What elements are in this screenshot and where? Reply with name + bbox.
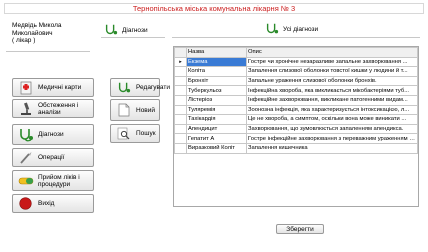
diagnoses-button[interactable]: Діагнози — [12, 124, 94, 145]
cell-description[interactable]: Гостре чи хронічне незаразливе запальне … — [246, 56, 418, 68]
user-patronymic: Миколайович — [12, 29, 53, 37]
window-title: Тернопільська міська комунальна лікарня … — [4, 3, 424, 14]
edit-stethoscope-icon — [115, 80, 132, 95]
operations-label: Операції — [38, 154, 65, 161]
row-marker — [174, 123, 187, 135]
user-info: Медвідь Микола Миколайович ( лікар ) — [12, 22, 97, 45]
cell-name[interactable]: Бронхіт — [186, 75, 247, 87]
cell-name[interactable]: Туляремія — [186, 104, 247, 116]
diagnoses-label: Діагнози — [38, 131, 64, 138]
row-marker — [174, 94, 187, 106]
new-button[interactable]: Новий — [110, 99, 160, 121]
table-header-row: Назва Опис — [174, 47, 418, 58]
exams-and-analyses-label: Обстеження і аналізи — [38, 101, 79, 116]
table-row[interactable]: Апендицит Захворювання, що зумовлюється … — [174, 123, 418, 135]
stethoscope-icon — [265, 22, 279, 36]
new-document-icon — [115, 103, 132, 118]
table-row[interactable]: Бронхіт Запальне ураження слизової оболо… — [174, 75, 418, 87]
cell-name[interactable]: Тахікардія — [186, 114, 247, 125]
all-diagnoses-header: Усі діагнози — [265, 21, 318, 37]
cell-description[interactable]: Запальне ураження слизової оболонки брон… — [246, 75, 418, 87]
user-role: ( лікар ) — [12, 37, 36, 44]
divider — [172, 37, 420, 38]
cell-description[interactable]: Захворювання, що зумовлюється запаленням… — [246, 123, 418, 135]
pill-icon — [17, 173, 34, 188]
table-row[interactable]: Лістеріоз Інфекційне захворювання, викли… — [174, 94, 418, 106]
exit-icon — [17, 196, 34, 211]
new-label: Новий — [136, 106, 156, 114]
diagnoses-header-label: Діагнози — [122, 26, 148, 34]
cell-name[interactable]: Лістеріоз — [186, 94, 247, 106]
diagnoses-grid[interactable]: Назва Опис ▸ Екзема Гостре чи хронічне н… — [173, 46, 419, 207]
table-row[interactable]: Туберкульоз Інфекційна хвороба, яка викл… — [174, 85, 418, 96]
search-label: Пошук — [136, 130, 156, 137]
row-marker — [174, 75, 187, 87]
row-marker-header — [174, 47, 187, 58]
table-row[interactable]: ▸ Екзема Гостре чи хронічне незаразливе … — [174, 56, 418, 68]
medical-card-icon — [17, 80, 34, 95]
save-button[interactable]: Зберегти — [276, 224, 324, 234]
diagnoses-table: Назва Опис ▸ Екзема Гостре чи хронічне н… — [174, 47, 418, 154]
cell-description[interactable]: Інфекційна хвороба, яка викликається мік… — [246, 85, 418, 96]
table-row[interactable]: Гепатит А Гостре інфекційне захворювання… — [174, 133, 418, 144]
edit-label: Редагувати — [136, 84, 171, 91]
diagnoses-header: Діагнози — [104, 22, 148, 38]
cell-description[interactable]: Зоонозна інфекція, яка характеризується … — [246, 104, 418, 116]
exams-and-analyses-button[interactable]: Обстеження і аналізи — [12, 99, 94, 118]
row-marker — [174, 66, 187, 77]
cell-name[interactable]: Туберкульоз — [186, 85, 247, 96]
edit-button[interactable]: Редагувати — [110, 78, 170, 97]
medical-cards-button[interactable]: Медичні карти — [12, 78, 94, 97]
microscope-icon — [17, 101, 34, 116]
row-marker — [174, 114, 187, 125]
row-pointer-icon: ▸ — [174, 56, 187, 68]
row-marker — [174, 133, 187, 144]
column-header-name[interactable]: Назва — [186, 47, 247, 58]
cell-description[interactable]: Інфекційне захворювання, викликане патог… — [246, 94, 418, 106]
search-icon — [115, 126, 132, 141]
stethoscope-icon — [17, 127, 34, 142]
divider — [6, 51, 90, 52]
cell-name[interactable]: Екзема — [186, 56, 247, 68]
stethoscope-icon — [104, 23, 118, 37]
medication-procedures-label: Прийом ліків і процедури — [38, 173, 80, 188]
medication-procedures-button[interactable]: Прийом ліків і процедури — [12, 170, 94, 191]
save-label: Зберегти — [286, 225, 314, 233]
table-row[interactable]: Виразковий Коліт Запалення кишечника — [174, 142, 418, 154]
search-button[interactable]: Пошук — [110, 124, 160, 143]
row-marker — [174, 85, 187, 96]
cell-name[interactable]: Коліта — [186, 66, 247, 77]
cell-description[interactable]: Запалення слизової оболонки товстої кишк… — [246, 66, 418, 77]
all-diagnoses-header-label: Усі діагнози — [283, 25, 319, 33]
medical-cards-label: Медичні карти — [38, 84, 82, 91]
exit-label: Вихід — [38, 200, 55, 207]
table-row[interactable]: Туляремія Зоонозна інфекція, яка характе… — [174, 104, 418, 116]
cell-name[interactable]: Виразковий Коліт — [186, 142, 247, 154]
cell-name[interactable]: Апендицит — [186, 123, 247, 135]
user-name: Медвідь Микола — [12, 22, 62, 29]
cell-description[interactable]: Гостре інфекційне захворювання з переваж… — [246, 133, 418, 144]
cell-description[interactable]: Запалення кишечника — [246, 142, 418, 154]
scalpel-icon — [17, 150, 34, 165]
cell-name[interactable]: Гепатит А — [186, 133, 247, 144]
cell-description[interactable]: Це не хвороба, а симптом, оскільки вона … — [246, 114, 418, 125]
table-row[interactable]: Коліта Запалення слизової оболонки товст… — [174, 66, 418, 77]
exit-button[interactable]: Вихід — [12, 194, 94, 213]
row-marker — [174, 104, 187, 116]
operations-button[interactable]: Операції — [12, 148, 94, 167]
table-row[interactable]: Тахікардія Це не хвороба, а симптом, оск… — [174, 114, 418, 125]
row-marker — [174, 142, 187, 154]
column-header-description[interactable]: Опис — [246, 47, 418, 58]
